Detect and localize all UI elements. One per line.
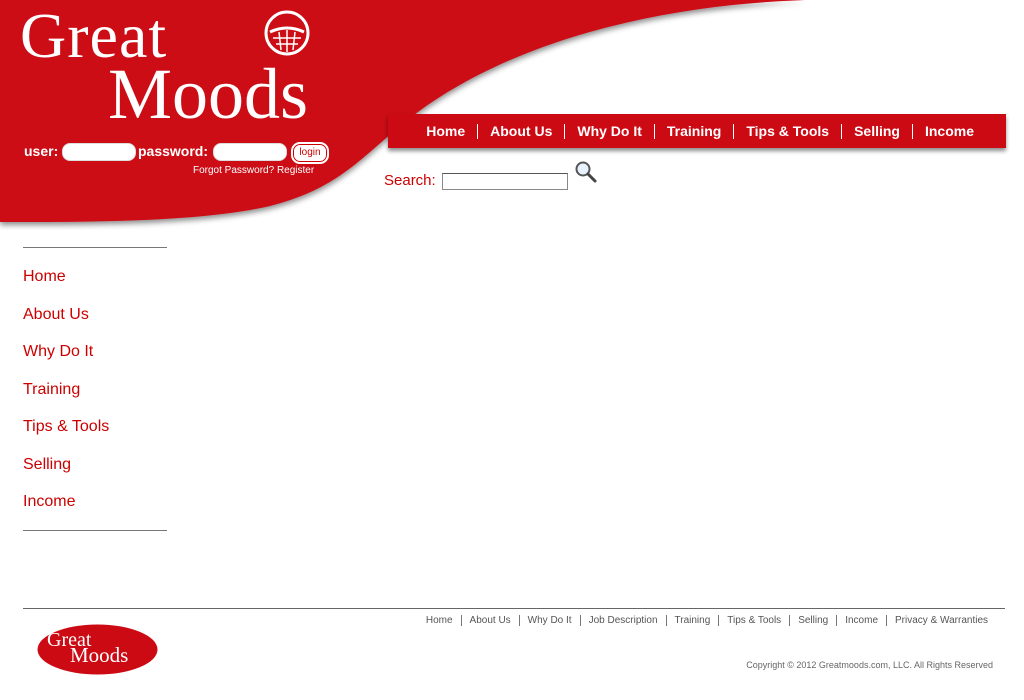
sidenav-item-tips-tools[interactable]: Tips & Tools	[23, 418, 109, 456]
footer-link-selling[interactable]: Selling	[790, 615, 836, 626]
forgot-password-link[interactable]: Forgot Password?	[193, 165, 274, 176]
topnav-item-home[interactable]: Home	[414, 123, 477, 139]
footer-link-training[interactable]: Training	[667, 615, 719, 626]
footer-divider	[23, 608, 1005, 609]
sidenav-item-income[interactable]: Income	[23, 493, 109, 531]
footer-link-why-do-it[interactable]: Why Do It	[520, 615, 580, 626]
register-link[interactable]: Register	[277, 165, 314, 176]
sidenav-top-divider	[23, 247, 167, 248]
sidenav-item-why-do-it[interactable]: Why Do It	[23, 343, 109, 381]
footer-link-income[interactable]: Income	[837, 615, 886, 626]
topnav-item-selling[interactable]: Selling	[842, 123, 912, 139]
logo-line-2: Moods	[108, 54, 309, 134]
sidenav-item-about-us[interactable]: About Us	[23, 306, 109, 344]
top-nav: Home About Us Why Do It Training Tips & …	[388, 114, 1006, 148]
search-label: Search:	[384, 172, 436, 189]
topnav-item-training[interactable]: Training	[655, 123, 733, 139]
topnav-item-why-do-it[interactable]: Why Do It	[565, 123, 654, 139]
footer-link-job-description[interactable]: Job Description	[581, 615, 666, 626]
sidenav-bottom-divider	[23, 530, 167, 531]
user-input[interactable]	[62, 143, 136, 161]
copyright-text: Copyright © 2012 Greatmoods.com, LLC. Al…	[746, 660, 993, 670]
sidenav-item-selling[interactable]: Selling	[23, 456, 109, 494]
account-links: Forgot Password? Register	[193, 165, 314, 176]
footer-link-privacy-warranties[interactable]: Privacy & Warranties	[887, 615, 996, 626]
login-button[interactable]: login	[291, 142, 329, 164]
footer-nav: Home About Us Why Do It Job Description …	[418, 615, 996, 626]
topnav-item-tips-tools[interactable]: Tips & Tools	[734, 123, 841, 139]
topnav-item-income[interactable]: Income	[913, 123, 986, 139]
footer-link-about-us[interactable]: About Us	[462, 615, 519, 626]
search-icon[interactable]	[574, 160, 598, 184]
search-input[interactable]	[442, 173, 568, 190]
topnav-item-about-us[interactable]: About Us	[478, 123, 564, 139]
footer-link-home[interactable]: Home	[418, 615, 461, 626]
password-label: password:	[138, 143, 209, 159]
footer-link-tips-tools[interactable]: Tips & Tools	[719, 615, 789, 626]
sidenav-item-training[interactable]: Training	[23, 381, 109, 419]
user-label: user:	[24, 143, 59, 159]
basket-ball-icon	[264, 10, 310, 56]
password-input[interactable]	[213, 143, 287, 161]
side-nav: Home About Us Why Do It Training Tips & …	[23, 268, 109, 531]
footer-logo-line-2: Moods	[70, 643, 129, 667]
sidenav-item-home[interactable]: Home	[23, 268, 109, 306]
